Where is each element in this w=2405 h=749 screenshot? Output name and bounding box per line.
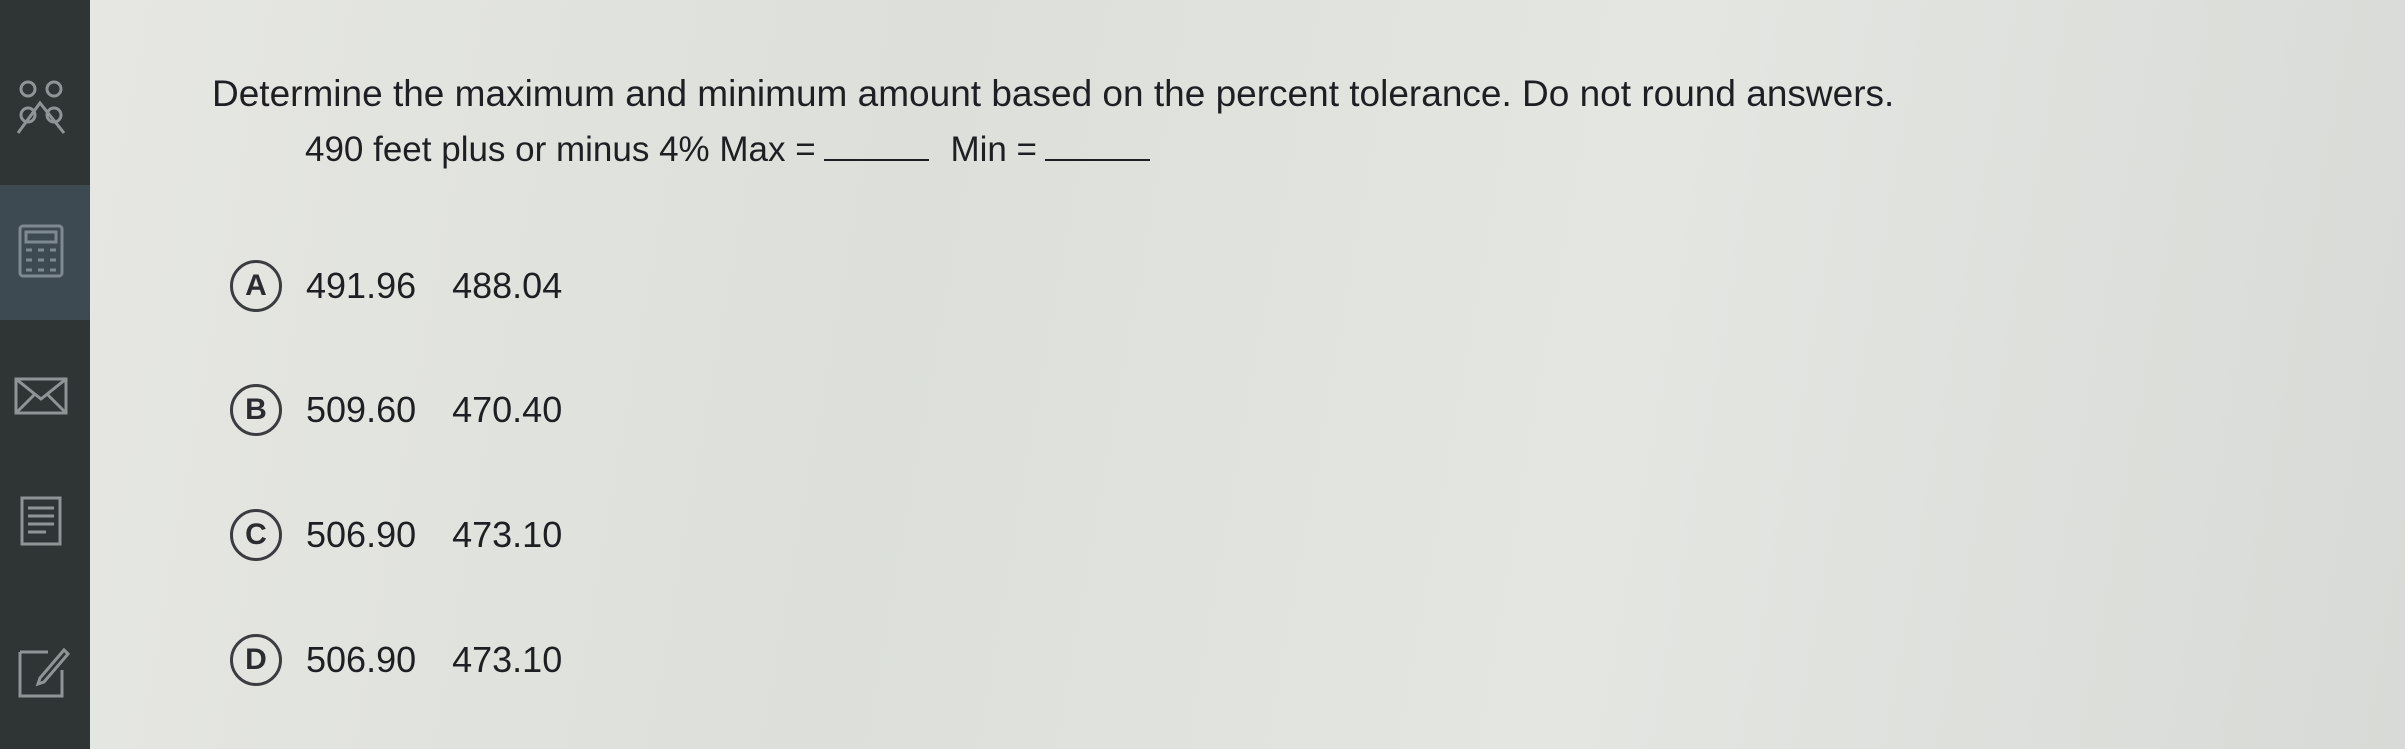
option-min-value: 473.10 (452, 513, 563, 555)
answer-option-d[interactable]: D 506.90 473.10 (230, 622, 830, 697)
option-max-value: 509.60 (306, 388, 417, 430)
notes-icon[interactable] (10, 490, 72, 552)
option-values: 506.90 473.10 (306, 514, 562, 556)
answer-option-a[interactable]: A 491.96 488.04 (230, 248, 830, 323)
option-letter-badge: B (230, 383, 282, 436)
collaborate-icon[interactable] (10, 75, 72, 137)
min-label: Min = (950, 130, 1037, 169)
option-values: 509.60 470.40 (306, 389, 562, 431)
option-values: 491.96 488.04 (306, 265, 562, 307)
max-label: Max = (719, 130, 816, 169)
option-letter-badge: D (230, 633, 282, 686)
answer-option-b[interactable]: B 509.60 470.40 (230, 372, 830, 447)
option-max-value: 506.90 (306, 513, 417, 555)
question-stem: 490 feet plus or minus 4% (305, 130, 710, 169)
option-min-value: 470.40 (452, 388, 563, 430)
edit-icon[interactable] (10, 640, 72, 702)
option-min-value: 473.10 (452, 638, 563, 680)
answer-option-c[interactable]: C 506.90 473.10 (230, 497, 830, 572)
min-blank (1045, 131, 1150, 161)
option-values: 506.90 473.10 (306, 639, 562, 681)
question-stem-line: 490 feet plus or minus 4% Max = Min = (305, 130, 1162, 170)
question-prompt: Determine the maximum and minimum amount… (212, 73, 1895, 114)
mail-icon[interactable] (10, 365, 72, 427)
sidebar (0, 0, 90, 749)
option-max-value: 506.90 (306, 638, 417, 680)
option-max-value: 491.96 (306, 264, 417, 306)
option-letter-badge: A (230, 259, 282, 312)
option-letter-badge: C (230, 508, 282, 561)
calculator-icon[interactable] (10, 220, 72, 282)
option-min-value: 488.04 (452, 264, 563, 306)
max-blank (823, 131, 929, 161)
